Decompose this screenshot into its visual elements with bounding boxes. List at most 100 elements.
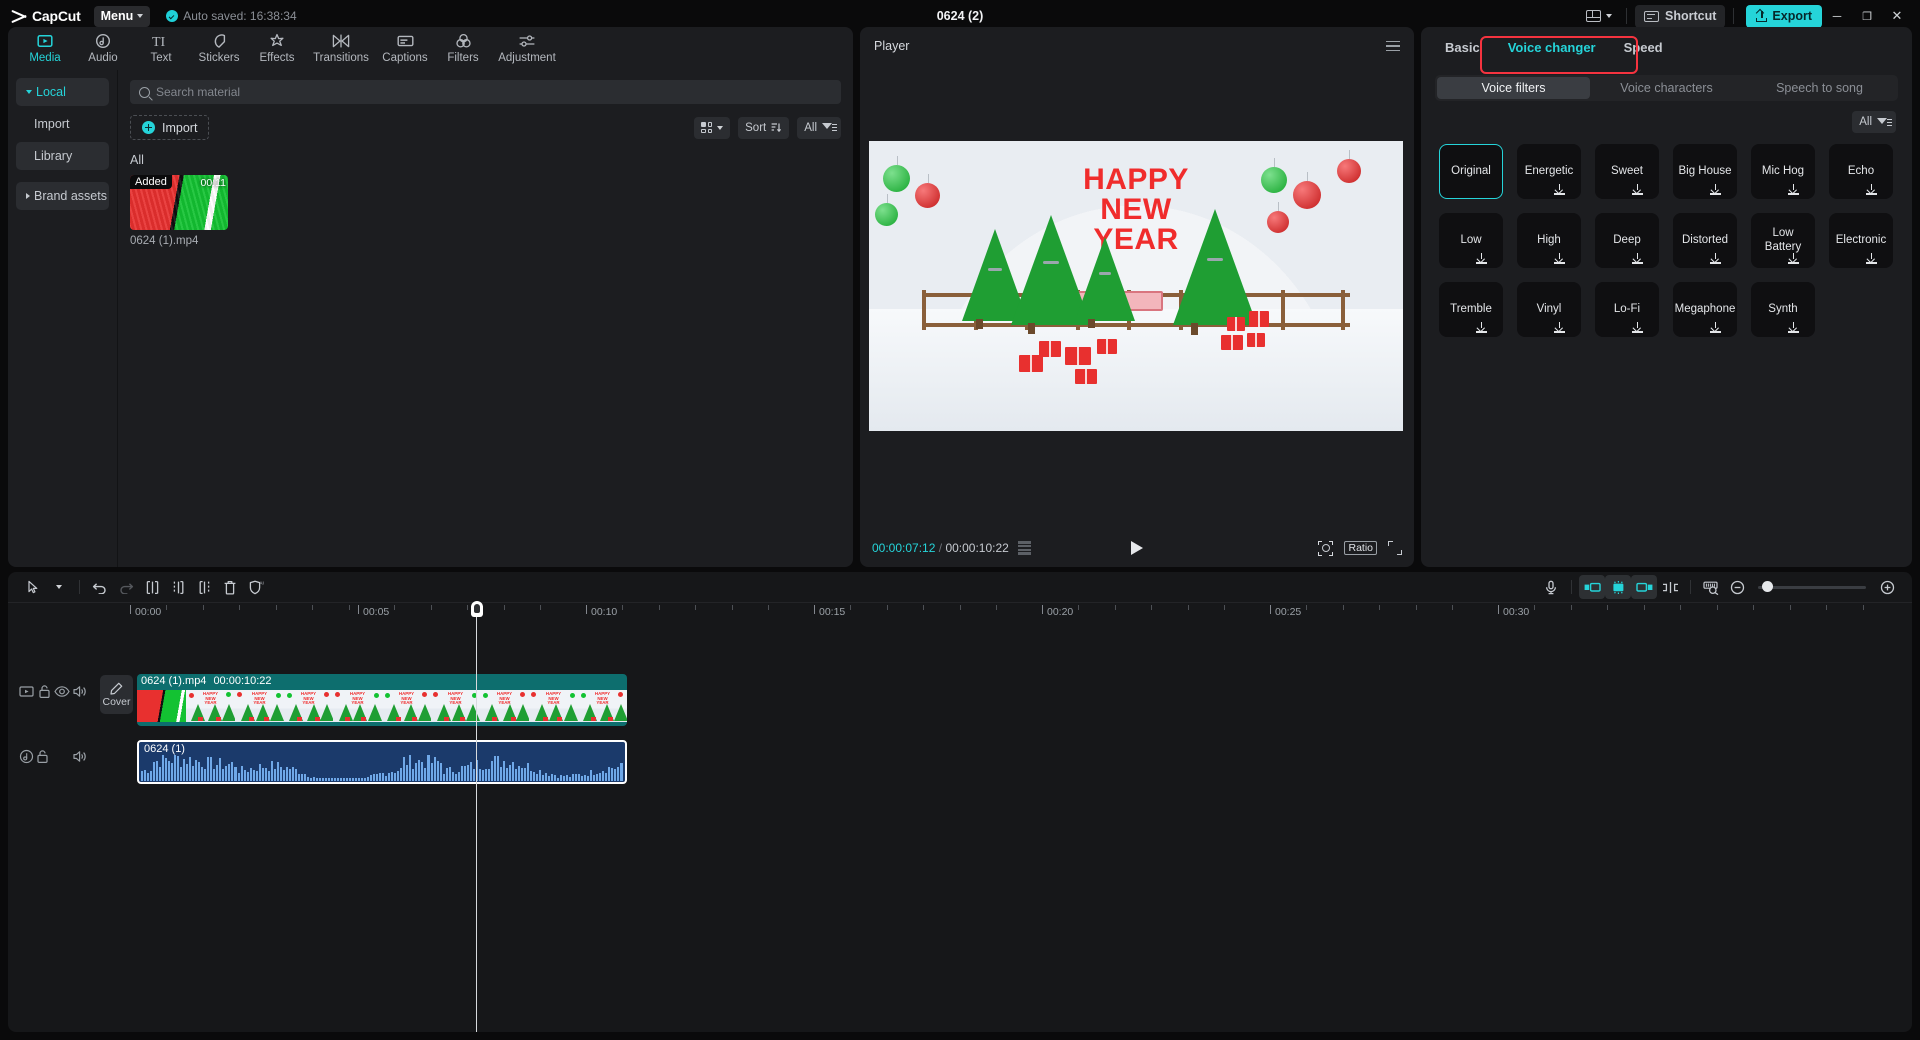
track-preview-icon[interactable] [19,684,34,699]
subnav-item-import[interactable]: Import [16,110,109,138]
preview-canvas[interactable]: HAPPY NEW YEAR [869,141,1403,431]
voice-filter-tile[interactable]: High [1517,213,1581,268]
player-menu-icon[interactable] [1386,38,1400,55]
download-icon[interactable] [1866,253,1877,264]
subnav-item-brand-assets[interactable]: Brand assets [16,182,109,210]
voice-filter-category-button[interactable]: All [1852,111,1896,133]
segment-speech-to-song[interactable]: Speech to song [1743,77,1896,99]
media-thumbnail[interactable]: Added 00:11 [130,175,228,230]
audio-track-icon[interactable] [19,749,34,764]
tab-voice-changer[interactable]: Voice changer [1494,27,1610,68]
voice-filter-tile[interactable]: Distorted [1673,213,1737,268]
voice-filter-tile[interactable]: Mic Hog [1751,144,1815,199]
track-mute-icon[interactable] [72,684,87,699]
voice-filter-tile[interactable]: Low [1439,213,1503,268]
playhead[interactable] [470,601,483,1032]
grid-view-button[interactable] [694,116,731,139]
search-input[interactable]: Search material [130,80,841,104]
nav-tab-transitions[interactable]: Transitions [306,27,376,64]
voice-filter-tile[interactable]: Echo [1829,144,1893,199]
download-icon[interactable] [1554,322,1565,333]
ratio-button[interactable]: Ratio [1344,541,1377,555]
download-icon[interactable] [1554,184,1565,195]
track-lock-icon[interactable] [37,684,52,699]
download-icon[interactable] [1632,253,1643,264]
split-button[interactable] [139,575,165,599]
download-icon[interactable] [1866,184,1877,195]
snap-center-button[interactable] [1605,575,1631,599]
voice-filter-tile[interactable]: Synth [1751,282,1815,337]
cover-button[interactable]: Cover [100,675,133,714]
audio-lock-icon[interactable] [35,749,50,764]
media-item[interactable]: Added 00:11 0624 (1).mp4 [130,175,228,247]
nav-tab-effects[interactable]: Effects [248,27,306,64]
zoom-preview-icon[interactable] [1318,540,1334,556]
snap-right-button[interactable] [1631,575,1657,599]
nav-tab-stickers[interactable]: Stickers [190,27,248,64]
segment-voice-filters[interactable]: Voice filters [1437,77,1590,99]
segment-voice-characters[interactable]: Voice characters [1590,77,1743,99]
delete-button[interactable] [217,575,243,599]
undo-button[interactable] [87,575,113,599]
download-icon[interactable] [1476,253,1487,264]
nav-tab-captions[interactable]: Captions [376,27,434,64]
download-icon[interactable] [1788,184,1799,195]
voice-filter-tile[interactable]: Deep [1595,213,1659,268]
download-icon[interactable] [1710,322,1721,333]
timeline-ruler[interactable]: 00:00 00:05 00:10 00:15 00:20 00:25 00:3… [8,602,1912,622]
voice-filter-tile[interactable]: Energetic [1517,144,1581,199]
export-button[interactable]: Export [1746,4,1822,28]
voice-filter-tile[interactable]: Electronic [1829,213,1893,268]
snap-left-button[interactable] [1579,575,1605,599]
download-icon[interactable] [1788,322,1799,333]
voice-filter-tile[interactable]: Lo-Fi [1595,282,1659,337]
shortcut-button[interactable]: Shortcut [1635,4,1726,28]
play-button[interactable] [1131,541,1143,555]
voice-filter-tile[interactable]: Big House [1673,144,1737,199]
voice-filter-tile[interactable]: Original [1439,144,1503,199]
download-icon[interactable] [1710,184,1721,195]
trim-left-button[interactable] [165,575,191,599]
audio-clip[interactable]: 0624 (1) [137,740,627,784]
download-icon[interactable] [1554,253,1565,264]
voice-filter-tile[interactable]: Vinyl [1517,282,1581,337]
nav-tab-media[interactable]: Media [16,27,74,64]
fullscreen-icon[interactable] [1388,541,1402,555]
download-icon[interactable] [1632,322,1643,333]
timecode-mode-icon[interactable] [1017,541,1031,555]
subnav-item-local[interactable]: Local [16,78,109,106]
nav-tab-adjustment[interactable]: Adjustment [492,27,562,64]
zoom-fit-button[interactable] [1698,575,1724,599]
track-visibility-icon[interactable] [54,684,70,699]
zoom-in-button[interactable] [1874,575,1900,599]
record-voiceover-button[interactable] [1538,575,1564,599]
ai-shield-button[interactable]: AI [243,575,269,599]
zoom-slider-knob[interactable] [1762,581,1773,592]
layout-button[interactable] [1580,7,1618,25]
tab-speed[interactable]: Speed [1610,27,1677,68]
import-button[interactable]: Import [130,115,210,140]
nav-tab-audio[interactable]: Audio [74,27,132,64]
trim-right-button[interactable] [191,575,217,599]
video-clip[interactable]: 0624 (1).mp4 00:00:10:22 HAPPY NEW YEAR HA… [137,674,627,726]
select-tool-dropdown[interactable] [46,575,72,599]
redo-button[interactable] [113,575,139,599]
download-icon[interactable] [1710,253,1721,264]
playhead-handle[interactable] [470,601,483,617]
nav-tab-text[interactable]: TI Text [132,27,190,64]
nav-tab-filters[interactable]: Filters [434,27,492,64]
zoom-slider[interactable] [1758,581,1866,592]
marker-button[interactable] [1657,575,1683,599]
voice-filter-tile[interactable]: Low Battery [1751,213,1815,268]
zoom-out-button[interactable] [1724,575,1750,599]
tab-basic[interactable]: Basic [1431,27,1494,68]
menu-button[interactable]: Menu [93,5,151,27]
download-icon[interactable] [1476,322,1487,333]
select-tool-button[interactable] [20,575,46,599]
voice-filter-tile[interactable]: Megaphone [1673,282,1737,337]
sort-button[interactable]: Sort [738,116,790,139]
download-icon[interactable] [1632,184,1643,195]
voice-filter-tile[interactable]: Sweet [1595,144,1659,199]
voice-filter-tile[interactable]: Tremble [1439,282,1503,337]
audio-mute-icon[interactable] [72,749,87,764]
